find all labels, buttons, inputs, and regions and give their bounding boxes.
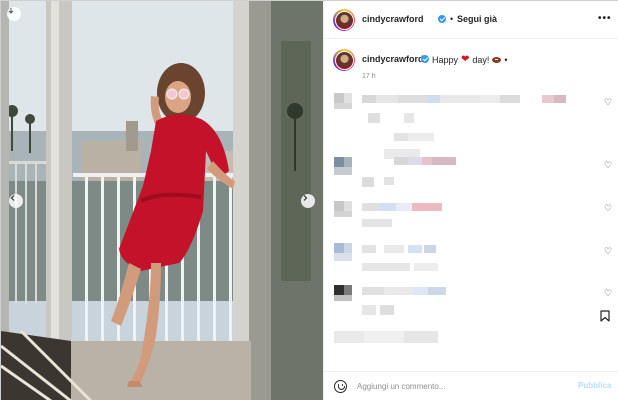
following-button[interactable]: Segui già bbox=[457, 14, 497, 24]
chevron-right-icon bbox=[303, 195, 308, 201]
add-comment-bar: Pubblica bbox=[324, 371, 618, 400]
caption-verified-badge-icon bbox=[421, 55, 429, 63]
comment-like-heart-icon[interactable]: ♡ bbox=[604, 289, 612, 298]
caption-word-day: day! bbox=[472, 54, 490, 65]
comments-list: ♡ ♡ ♡ ♡ ♡ bbox=[324, 87, 618, 367]
post-details-panel: cindycrawford • Segui già ••• cindycrawf… bbox=[323, 1, 618, 400]
emoji-picker-icon[interactable] bbox=[334, 380, 347, 393]
comment-avatar-blur bbox=[334, 93, 352, 109]
post-photo[interactable] bbox=[1, 1, 323, 400]
download-icon bbox=[8, 8, 14, 14]
photo-scene bbox=[1, 1, 323, 400]
pixelated-comments bbox=[334, 93, 566, 343]
header-separator: • bbox=[450, 14, 454, 24]
save-bookmark-icon[interactable] bbox=[600, 310, 610, 322]
author-avatar[interactable] bbox=[333, 9, 355, 31]
caption-username[interactable]: cindycrawford bbox=[362, 54, 424, 64]
verified-badge-icon bbox=[438, 15, 446, 23]
more-options-icon[interactable]: ••• bbox=[598, 13, 612, 24]
publish-button[interactable]: Pubblica bbox=[578, 381, 611, 390]
comment-like-heart-icon[interactable]: ♡ bbox=[604, 204, 612, 213]
comment-like-heart-icon[interactable]: ♡ bbox=[604, 247, 612, 256]
caption-author-avatar[interactable] bbox=[333, 49, 355, 71]
caption-word-happy: Happy bbox=[432, 54, 459, 65]
carousel-next-button[interactable] bbox=[301, 194, 315, 208]
heart-emoji-icon: ❤ bbox=[461, 54, 470, 65]
comment-input[interactable] bbox=[357, 379, 557, 393]
caption-text: Happy ❤ day! • bbox=[432, 54, 508, 65]
football-emoji-icon bbox=[492, 56, 502, 63]
post-header: cindycrawford • Segui già ••• bbox=[324, 1, 618, 39]
download-button[interactable] bbox=[7, 7, 21, 21]
comment-like-heart-icon[interactable]: ♡ bbox=[604, 98, 612, 107]
author-username[interactable]: cindycrawford bbox=[362, 14, 424, 24]
instagram-post-modal: cindycrawford • Segui già ••• cindycrawf… bbox=[0, 0, 618, 400]
caption-bullet: • bbox=[504, 54, 508, 65]
comment-like-heart-icon[interactable]: ♡ bbox=[604, 161, 612, 170]
post-timestamp[interactable]: 17 h bbox=[362, 73, 376, 80]
carousel-prev-button[interactable] bbox=[9, 194, 23, 208]
chevron-left-icon bbox=[10, 195, 15, 201]
